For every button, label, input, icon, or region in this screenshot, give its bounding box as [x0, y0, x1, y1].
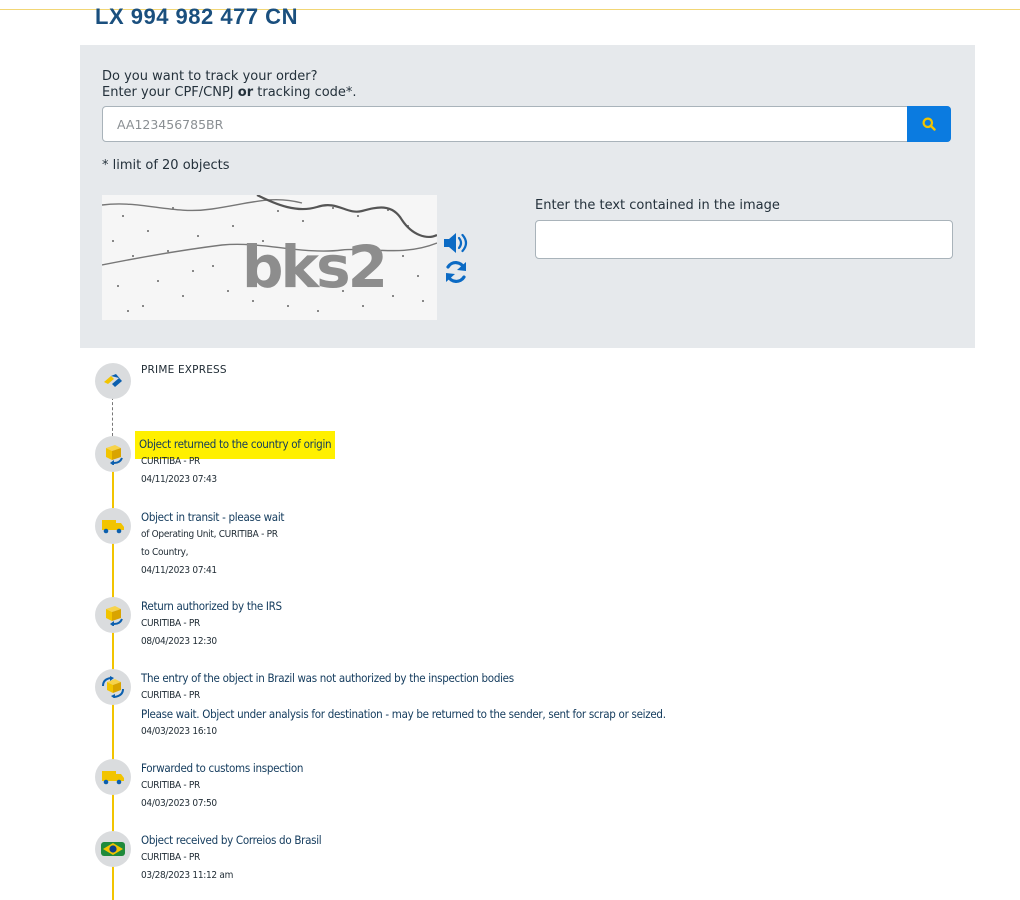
brazil-flag-icon: [101, 842, 125, 856]
event-location: CURITIBA - PR: [141, 852, 200, 863]
event-icon-circle: [95, 436, 131, 472]
carrier-icon-circle: [95, 363, 131, 399]
carrier-name: PRIME EXPRESS: [141, 364, 227, 376]
event-item: Object received by Correios do Brasil CU…: [141, 831, 322, 885]
event-item: Object in transit - please wait of Opera…: [141, 508, 284, 580]
event-destination: to Country,: [141, 547, 189, 558]
event-location: CURITIBA - PR: [141, 690, 200, 701]
event-title: Object in transit - please wait: [141, 510, 285, 524]
event-datetime: 08/04/2023 12:30: [141, 636, 217, 647]
box-return-icon: [106, 606, 123, 626]
event-title: Forwarded to customs inspection: [141, 761, 304, 775]
truck-icon: [102, 520, 124, 534]
event-icon-circle: [95, 759, 131, 795]
event-datetime: 04/03/2023 16:10: [141, 726, 217, 737]
truck-icon: [102, 771, 124, 785]
event-datetime: 04/11/2023 07:41: [141, 565, 217, 576]
event-title: Object received by Correios do Brasil: [141, 833, 322, 847]
event-icon-circle: [95, 508, 131, 544]
event-datetime: 03/28/2023 11:12 am: [141, 870, 234, 881]
event-note: Please wait. Object under analysis for d…: [141, 707, 666, 721]
event-location: CURITIBA - PR: [141, 780, 200, 791]
event-icon-circle: [95, 597, 131, 633]
event-title: Return authorized by the IRS: [141, 599, 282, 613]
event-item: The entry of the object in Brazil was no…: [141, 669, 666, 741]
event-icon-circle: [95, 831, 131, 867]
carrier-logo-icon: [104, 374, 122, 387]
event-icon-circle: [95, 669, 131, 705]
box-return-icon: [106, 445, 123, 465]
event-datetime: 04/03/2023 07:50: [141, 798, 217, 809]
event-datetime: 04/11/2023 07:43: [141, 474, 217, 485]
tracking-timeline: PRIME EXPRESS Object returned to the cou…: [0, 0, 1020, 900]
event-origin: of Operating Unit, CURITIBA - PR: [141, 529, 278, 540]
timeline-connector-dashed: [112, 397, 113, 436]
event-item: Forwarded to customs inspection CURITIBA…: [141, 759, 303, 813]
event-item: Object returned to the country of origin…: [135, 431, 336, 489]
event-item: Return authorized by the IRS CURITIBA - …: [141, 597, 282, 651]
event-title: The entry of the object in Brazil was no…: [141, 671, 514, 685]
box-arrows-icon: [102, 676, 124, 698]
event-location: CURITIBA - PR: [141, 618, 200, 629]
